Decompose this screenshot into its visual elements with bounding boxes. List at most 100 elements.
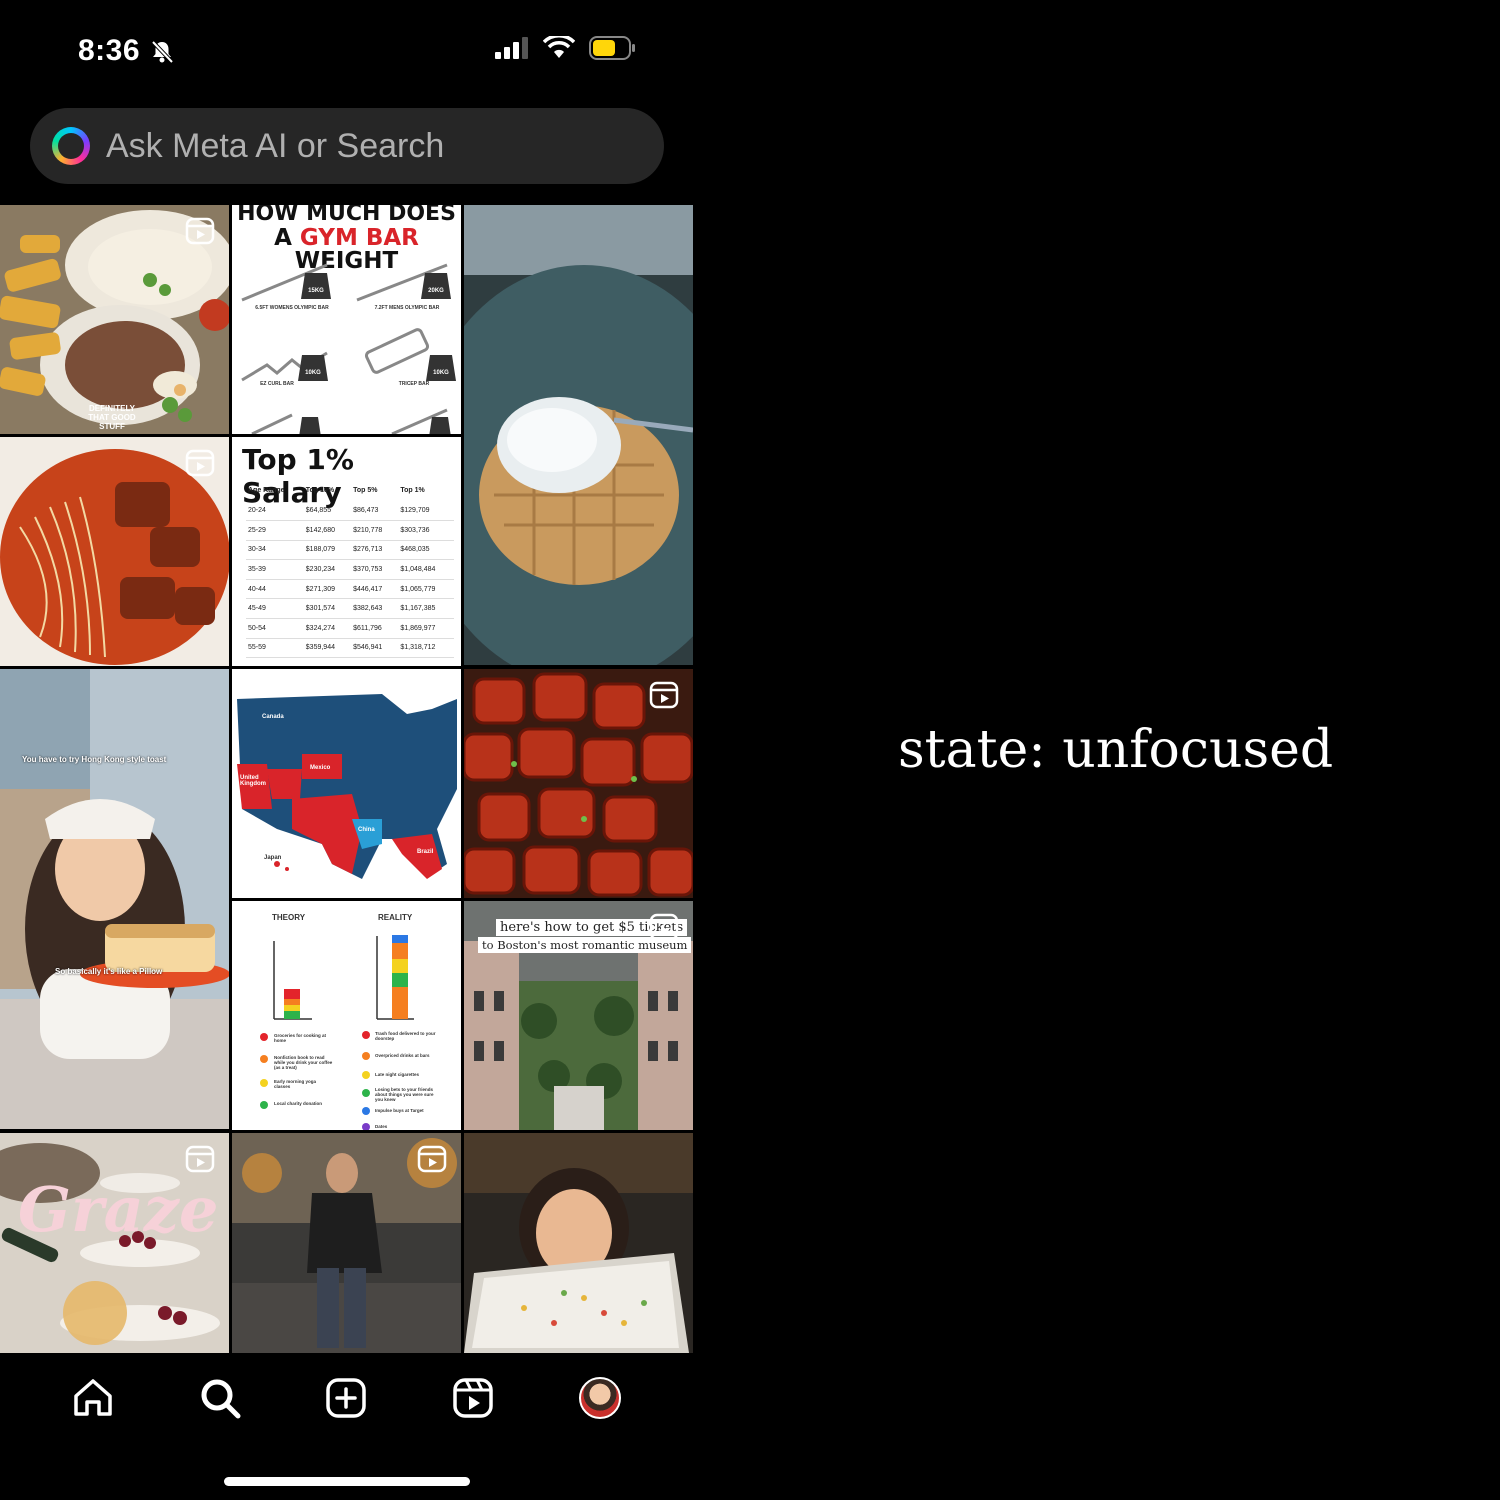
salary-cell: 55-59 <box>246 638 304 659</box>
salary-row: 45-49 $301,574 $382,643 $1,167,385 <box>246 598 454 620</box>
salary-cell: $370,753 <box>351 559 399 580</box>
salary-cell: $230,234 <box>303 559 352 580</box>
bottom-nav <box>0 1353 693 1443</box>
nav-search[interactable] <box>194 1372 246 1424</box>
explore-tile-noodle-soup[interactable] <box>0 437 229 666</box>
bar-label: TRICEP BAR <box>399 381 430 387</box>
salary-cell: $359,944 <box>303 638 352 659</box>
salary-cell: $611,796 <box>351 618 399 639</box>
salary-cell: $86,473 <box>351 501 399 522</box>
nav-reels[interactable] <box>447 1372 499 1424</box>
salary-row: 20-24 $64,855 $86,473 $129,709 <box>246 501 454 522</box>
graze-title: Graze <box>18 1173 219 1246</box>
search-icon <box>201 1379 241 1419</box>
gym-bar-illustration: 15KG 20KG 10KG 10KG 6.5FT WOMENS OLYMPIC… <box>241 263 456 434</box>
explore-tile-salary[interactable]: Top 1% Salary Age Range Top 10% Top 5% T… <box>232 437 461 666</box>
reel-icon <box>417 1145 447 1173</box>
salary-header: Top 1% <box>400 486 425 494</box>
reality-item: Impulse buys at Target <box>375 1108 424 1113</box>
nav-home[interactable] <box>67 1372 119 1424</box>
search-bar[interactable] <box>30 108 664 184</box>
explore-tile-glazed-tofu[interactable] <box>464 669 693 898</box>
map-label: Japan <box>264 855 282 861</box>
battery-low-power-icon <box>589 36 635 60</box>
salary-cell: $446,417 <box>351 579 399 600</box>
explore-tile-boston-museum[interactable]: here's how to get $5 tickets to Boston's… <box>464 901 693 1130</box>
theory-item: Early morning yoga classes <box>274 1079 317 1089</box>
salary-cell: $129,709 <box>398 501 454 522</box>
theory-item: Groceries for cooking at home <box>274 1033 327 1043</box>
search-input[interactable] <box>106 126 626 166</box>
salary-cell: $546,941 <box>351 638 399 659</box>
theory-item: Local charity donation <box>274 1101 323 1106</box>
explore-grid: DEFINITELY THAT GOOD STUFF HOW MUCH DOES A… <box>0 205 693 1353</box>
weight-label: 10KG <box>433 370 449 376</box>
salary-row: 35-39 $230,234 $370,753 $1,048,484 <box>246 559 454 580</box>
salary-cell: $1,065,779 <box>398 579 454 600</box>
explore-tile-gym-bar[interactable]: HOW MUCH DOES A GYM BAR WEIGHT 15KG 20KG… <box>232 205 461 434</box>
salary-header: Age Range <box>248 486 285 494</box>
salary-cell: 30-34 <box>246 540 304 561</box>
explore-tile-graze[interactable]: Graze <box>0 1133 229 1353</box>
plus-square-icon <box>326 1378 367 1418</box>
salary-header: Top 5% <box>353 486 378 494</box>
explore-tile-us-map[interactable]: Canada Mexico United Kingdom China Brazi… <box>232 669 461 898</box>
explore-tile-hk-toast[interactable]: You have to try Hong Kong style toast So… <box>0 669 229 1129</box>
salary-cell: 20-24 <box>246 501 304 522</box>
map-label: Canada <box>262 714 284 720</box>
home-icon <box>74 1379 113 1416</box>
meta-ai-ring-icon[interactable] <box>52 127 90 165</box>
explore-tile-woman-tray[interactable] <box>464 1133 693 1353</box>
salary-cell: $1,048,484 <box>398 559 454 580</box>
salary-cell: $276,713 <box>351 540 399 561</box>
nav-create[interactable] <box>320 1372 372 1424</box>
reel-icon <box>185 217 215 245</box>
salary-row: 40-44 $271,309 $446,417 $1,065,779 <box>246 579 454 600</box>
salary-cell: $142,680 <box>303 520 352 541</box>
reel-icon <box>185 1145 215 1173</box>
bar-label: 7.2FT MENS OLYMPIC BAR <box>375 305 440 311</box>
salary-cell: $1,167,385 <box>398 598 454 620</box>
bar-label: 6.5FT WOMENS OLYMPIC BAR <box>255 305 329 311</box>
reels-icon <box>453 1378 493 1418</box>
phone-screen: 8:36 Ask Meta AI or Search DEFINITELY TH… <box>0 0 693 1500</box>
map-label: Mexico <box>310 765 331 771</box>
salary-cell: $1,318,712 <box>398 638 454 659</box>
weight-label: 10KG <box>305 370 321 376</box>
tile-caption-top: You have to try Hong Kong style toast <box>22 755 167 764</box>
explore-tile-congee[interactable]: DEFINITELY THAT GOOD STUFF <box>0 205 229 434</box>
avatar <box>578 1377 621 1419</box>
waffle-photo <box>464 205 693 665</box>
salary-table: Age Range Top 10% Top 5% Top 1% 20-24 $64… <box>246 479 454 659</box>
home-indicator[interactable] <box>224 1477 470 1486</box>
woman-tray-photo <box>464 1133 693 1353</box>
reality-item: Late night cigarettes <box>375 1072 420 1077</box>
salary-row: 25-29 $142,680 $210,778 $303,736 <box>246 520 454 541</box>
map-label: China <box>358 827 375 833</box>
nav-profile[interactable] <box>574 1372 626 1424</box>
explore-tile-man-walking[interactable] <box>232 1133 461 1353</box>
map-label: Brazil <box>417 849 434 855</box>
reality-item: Overpriced drinks at bars <box>375 1053 430 1058</box>
salary-cell: $64,855 <box>303 501 352 522</box>
map-label: United Kingdom <box>240 775 266 787</box>
explore-tile-waffle[interactable] <box>464 205 693 665</box>
salary-cell: 35-39 <box>246 559 304 580</box>
weight-label: 15KG <box>308 288 324 294</box>
salary-cell: $303,736 <box>398 520 454 541</box>
reel-icon <box>185 449 215 477</box>
salary-cell: $210,778 <box>351 520 399 541</box>
woman-toast-photo <box>0 669 229 1129</box>
salary-cell: 40-44 <box>246 579 304 600</box>
salary-cell: $468,035 <box>398 540 454 561</box>
bell-slash-icon <box>151 40 174 64</box>
salary-cell: $382,643 <box>351 598 399 620</box>
wifi-icon <box>543 36 575 58</box>
bar-label: EZ CURL BAR <box>260 381 294 387</box>
explore-tile-theory-reality[interactable]: THEORY REALITY Groceries for cooking at … <box>232 901 461 1130</box>
status-indicators <box>495 36 635 60</box>
state-label: state: unfocused <box>898 720 1334 780</box>
salary-row: 50-54 $324,274 $611,796 $1,869,977 <box>246 618 454 639</box>
salary-header: Top 10% <box>305 486 335 494</box>
salary-cell: $1,869,977 <box>398 618 454 639</box>
